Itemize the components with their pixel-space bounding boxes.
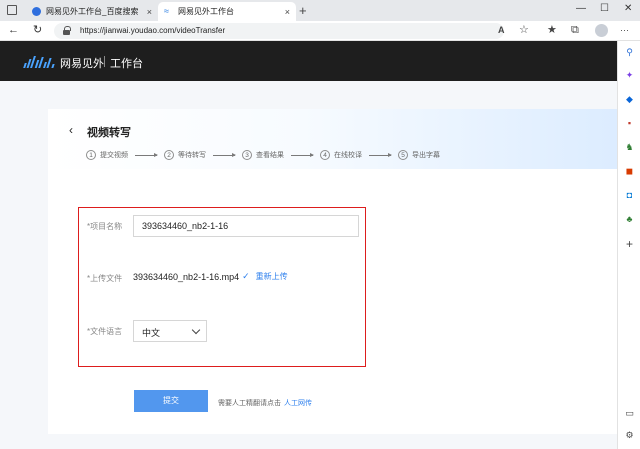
toolbox-icon[interactable]: ▪	[624, 118, 635, 129]
tab-title: 网易见外工作台	[178, 7, 234, 16]
uploaded-file: 393634460_nb2-1-16.mp4 ✓ 重新上传	[133, 271, 288, 282]
step-number: 5	[398, 150, 408, 160]
minimize-button[interactable]: —	[576, 3, 586, 14]
refresh-icon[interactable]: ↻	[33, 24, 42, 37]
collections-icon[interactable]: ⧉	[571, 24, 579, 37]
language-select[interactable]: 中文	[133, 320, 207, 342]
project-name-input[interactable]: 393634460_nb2-1-16	[133, 215, 359, 237]
arrow-right-icon	[213, 152, 236, 157]
close-icon[interactable]: ×	[285, 7, 290, 17]
lock-icon[interactable]	[63, 26, 71, 35]
project-form: *项目名称 393634460_nb2-1-16 *上传文件 393634460…	[78, 207, 366, 367]
read-aloud-icon[interactable]: A	[498, 24, 505, 37]
progress-steps: 1 提交视频 2 等待转写 3 查看结果 4 在线校译 5 导出字幕	[86, 149, 440, 161]
step-number: 1	[86, 150, 96, 160]
arrow-right-icon	[291, 152, 314, 157]
step-label: 等待转写	[178, 152, 206, 159]
tab-baidu-search[interactable]: 网易见外工作台_百度搜索 ×	[26, 2, 158, 21]
video-transfer-card: ‹ 视频转写 1 提交视频 2 等待转写 3 查看结果 4 在线校译 5 导出字…	[48, 109, 617, 434]
favorites-icon[interactable]: ★	[547, 24, 557, 37]
sparkle-icon[interactable]: ✦	[624, 70, 635, 81]
manual-translation-hint: 需要人工精翻请点击 人工网传	[218, 398, 312, 408]
close-window-button[interactable]: ✕	[624, 3, 632, 14]
add-favorite-icon[interactable]: ☆	[519, 24, 529, 37]
office-icon[interactable]: ◼	[624, 166, 635, 177]
back-chevron-icon[interactable]: ‹	[69, 123, 73, 137]
hint-text: 需要人工精翻请点击	[218, 400, 281, 407]
step-submit-video: 1 提交视频	[86, 150, 128, 160]
step-view-result: 3 查看结果	[242, 150, 284, 160]
tree-icon[interactable]: ♣	[624, 214, 635, 225]
profile-avatar[interactable]	[595, 24, 608, 37]
file-name: 393634460_nb2-1-16.mp4	[133, 271, 240, 282]
browser-sidebar: ⚲ ✦ ◆ ▪ ♞ ◼ ◘ ♣ + ▭ ⚙	[617, 41, 640, 449]
tab-title: 网易见外工作台_百度搜索	[46, 7, 139, 16]
step-label: 在线校译	[334, 152, 362, 159]
tab-jianwai-workspace[interactable]: ≈ 网易见外工作台 ×	[158, 2, 296, 21]
step-export-subtitles: 5 导出字幕	[398, 150, 440, 160]
upload-file-label: *上传文件	[87, 274, 123, 283]
new-tab-button[interactable]: +	[299, 3, 307, 18]
back-arrow-icon[interactable]: ←	[8, 24, 19, 37]
step-waiting: 2 等待转写	[164, 150, 206, 160]
games-icon[interactable]: ♞	[624, 142, 635, 153]
youdao-favicon-icon: ≈	[164, 6, 169, 16]
maximize-button[interactable]: ☐	[600, 3, 609, 14]
check-icon: ✓	[242, 271, 250, 281]
step-label: 查看结果	[256, 152, 284, 159]
address-bar[interactable]: https://jianwai.youdao.com/videoTransfer	[54, 23, 504, 39]
search-icon[interactable]: ⚲	[624, 47, 635, 58]
step-number: 4	[320, 150, 330, 160]
arrow-right-icon	[135, 152, 158, 157]
tab-actions-icon[interactable]	[7, 5, 17, 15]
site-header: 网易见外 工作台	[0, 41, 617, 81]
tag-icon[interactable]: ◆	[624, 94, 635, 105]
page-viewport: 网易见外 工作台 ‹ 视频转写 1 提交视频 2 等待转写 3 查看结果 4 在…	[0, 41, 617, 449]
url-text: https://jianwai.youdao.com/videoTransfer	[80, 26, 226, 35]
page-title: 视频转写	[87, 127, 131, 139]
step-number: 2	[164, 150, 174, 160]
file-language-label: *文件语言	[87, 327, 123, 336]
submit-button[interactable]: 提交	[134, 390, 208, 412]
step-label: 导出字幕	[412, 152, 440, 159]
chevron-down-icon	[191, 325, 201, 335]
split-screen-icon[interactable]: ▭	[624, 408, 635, 419]
brand-name[interactable]: 网易见外	[60, 55, 104, 71]
add-icon[interactable]: +	[624, 238, 635, 250]
step-number: 3	[242, 150, 252, 160]
manual-translation-link[interactable]: 人工网传	[284, 400, 312, 407]
step-label: 提交视频	[100, 152, 128, 159]
arrow-right-icon	[369, 152, 392, 157]
brand-divider	[104, 56, 105, 67]
settings-icon[interactable]: ⚙	[624, 430, 635, 441]
browser-toolbar: ← ↻ https://jianwai.youdao.com/videoTran…	[0, 21, 640, 41]
jianwai-logo-icon[interactable]	[23, 56, 55, 68]
baidu-favicon-icon	[32, 7, 41, 16]
workspace-link[interactable]: 工作台	[110, 55, 143, 71]
browser-tab-strip: 网易见外工作台_百度搜索 × ≈ 网易见外工作台 × + — ☐ ✕	[0, 0, 640, 21]
close-icon[interactable]: ×	[147, 7, 152, 17]
step-online-proofread: 4 在线校译	[320, 150, 362, 160]
more-menu-icon[interactable]: ···	[620, 24, 629, 37]
reupload-link[interactable]: 重新上传	[256, 271, 288, 282]
project-name-label: *项目名称	[87, 222, 123, 231]
language-value: 中文	[142, 328, 161, 338]
outlook-icon[interactable]: ◘	[624, 190, 635, 201]
